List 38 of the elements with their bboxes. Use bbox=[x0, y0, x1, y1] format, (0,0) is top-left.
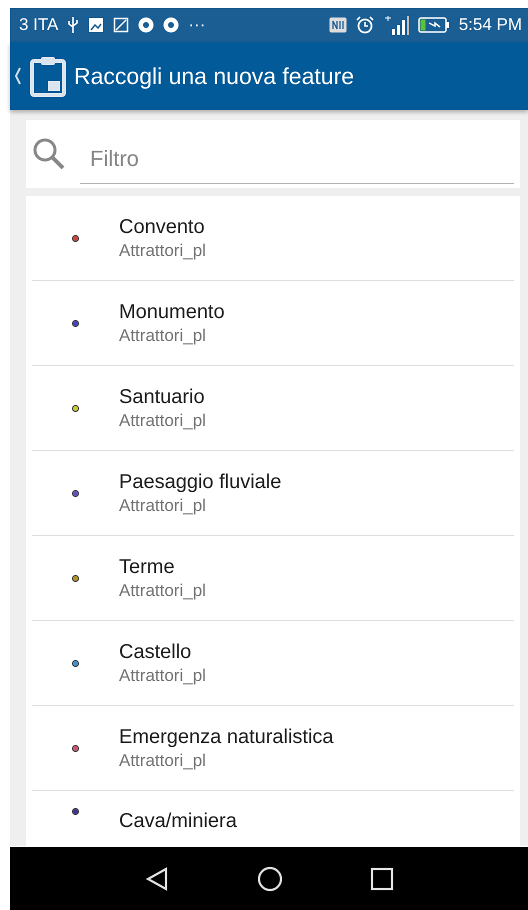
feature-name: Paesaggio fluviale bbox=[119, 470, 282, 495]
layer-name: Attrattori_pl bbox=[119, 580, 206, 602]
signal-icon bbox=[382, 15, 409, 35]
feature-name: Castello bbox=[119, 640, 192, 665]
clock-time: 5:54 PM bbox=[458, 14, 522, 36]
layer-name: Attrattori_pl bbox=[119, 410, 206, 432]
more-notifications-indicator: ··· bbox=[188, 14, 206, 36]
clipboard-icon bbox=[30, 55, 66, 97]
battery-icon bbox=[418, 17, 450, 33]
back-icon[interactable] bbox=[144, 866, 170, 892]
feature-row[interactable]: Terme Attrattori_pl bbox=[32, 536, 514, 621]
screen-title: Raccogli una nuova feature bbox=[74, 62, 354, 91]
feature-row[interactable]: Convento Attrattori_pl bbox=[32, 196, 514, 281]
image-icon bbox=[113, 17, 130, 33]
feature-name: Santuario bbox=[119, 384, 206, 410]
feature-row[interactable]: Castello Attrattori_pl bbox=[32, 621, 514, 706]
home-icon[interactable] bbox=[256, 866, 283, 892]
feature-name: Convento bbox=[119, 214, 206, 240]
alarm-icon bbox=[356, 16, 374, 34]
feature-name: Emergenza naturalistica bbox=[119, 724, 334, 750]
usb-icon bbox=[67, 16, 80, 34]
layer-name: Attrattori_pl bbox=[119, 494, 207, 516]
search-icon bbox=[32, 137, 66, 171]
search-bar[interactable]: Filtro bbox=[26, 120, 520, 188]
recent-apps-icon[interactable] bbox=[370, 866, 394, 890]
carrier-label: 3 ITA bbox=[19, 14, 58, 36]
layer-name: Attrattori_pl bbox=[119, 240, 206, 262]
feature-row[interactable]: Santuario Attrattori_pl bbox=[32, 366, 514, 451]
feature-row[interactable]: Paesaggio fluviale Attrattori_pl bbox=[32, 451, 514, 536]
feature-row[interactable]: Emergenza naturalistica Attrattori_pl bbox=[32, 706, 514, 791]
feature-row[interactable]: Monumento Attrattori_pl bbox=[32, 281, 514, 366]
feature-name: Terme bbox=[119, 554, 176, 580]
feature-name: Monumento bbox=[119, 300, 225, 325]
layer-name: Attrattori_pl bbox=[119, 324, 207, 346]
layer-name: Attrattori_pl bbox=[119, 750, 207, 772]
photo-icon bbox=[88, 17, 104, 33]
layer-name: Attrattori_pl bbox=[119, 664, 206, 686]
feature-name: Cava/miniera bbox=[119, 809, 237, 834]
